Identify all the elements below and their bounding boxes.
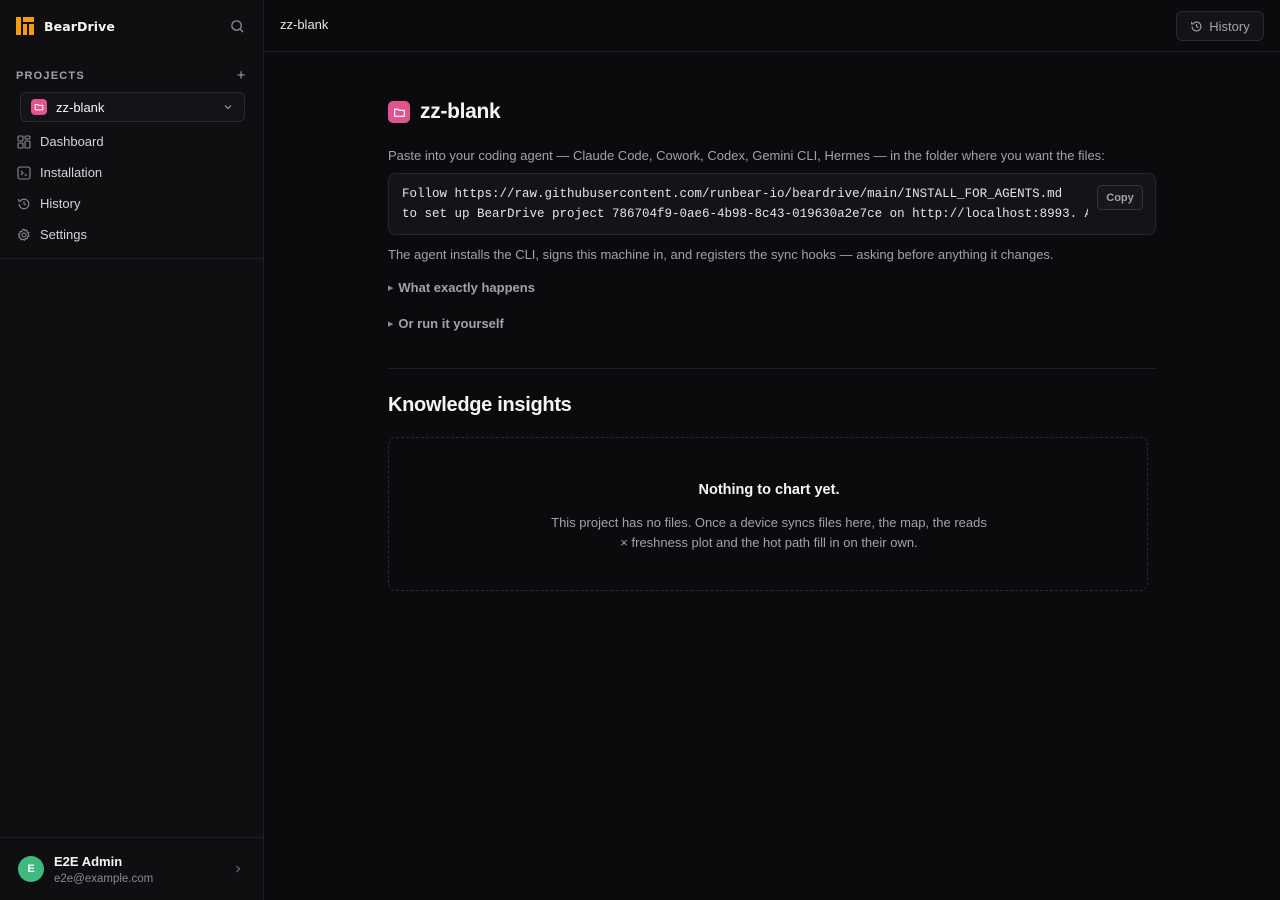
user-info: E2E Admin e2e@example.com: [54, 854, 263, 885]
sidebar-item-history[interactable]: History: [0, 188, 263, 219]
add-project-button[interactable]: +: [234, 68, 248, 83]
disclosure-label: What exactly happens: [398, 280, 535, 295]
empty-state-description: This project has no files. Once a device…: [551, 515, 987, 550]
brand[interactable]: BearDrive: [16, 16, 115, 36]
sidebar-nav: Dashboard Installation History Settings: [0, 126, 263, 250]
sidebar: BearDrive PROJECTS + zz-blank Dashboard: [0, 0, 264, 900]
history-icon: [1191, 20, 1202, 31]
insights-title: Knowledge insights: [388, 394, 572, 416]
disclosure-triangle-icon: ▶: [388, 284, 394, 292]
disclosure-triangle-icon: ▶: [388, 320, 394, 328]
user-name: E2E Admin: [54, 853, 123, 869]
user-email: e2e@example.com: [54, 872, 154, 885]
projects-header: PROJECTS +: [16, 68, 248, 83]
sidebar-item-label: Settings: [40, 227, 87, 242]
search-icon: [230, 19, 244, 33]
gear-icon: [17, 227, 30, 241]
disclosure-label: Or run it yourself: [398, 316, 504, 331]
history-button-label: History: [1209, 18, 1250, 34]
agent-note: The agent installs the CLI, signs this m…: [388, 247, 1054, 262]
history-icon: [17, 198, 30, 209]
topbar: zz-blank History: [264, 0, 1280, 52]
chevron-right-icon: [236, 865, 241, 873]
project-selector[interactable]: zz-blank: [20, 92, 245, 122]
user-menu[interactable]: E E2E Admin e2e@example.com: [0, 837, 263, 900]
what-exactly-happens-toggle[interactable]: ▶ What exactly happens: [388, 280, 535, 295]
empty-state-title: Nothing to chart yet.: [698, 482, 840, 498]
install-command-box[interactable]: Follow https://raw.githubusercontent.com…: [388, 173, 1156, 235]
sidebar-item-label: Installation: [40, 165, 103, 180]
avatar: E: [18, 856, 44, 882]
page-header: zz-blank: [388, 100, 501, 124]
breadcrumb: zz-blank: [280, 17, 329, 32]
copy-button[interactable]: Copy: [1097, 185, 1143, 210]
insights-empty-state: Nothing to chart yet. This project has n…: [388, 437, 1148, 591]
run-it-yourself-toggle[interactable]: ▶ Or run it yourself: [388, 316, 504, 331]
sidebar-divider: [0, 258, 263, 259]
command-line-2: to set up BearDrive project 786704f9-0ae…: [402, 207, 1088, 221]
sidebar-item-dashboard[interactable]: Dashboard: [0, 126, 263, 157]
command-line-1: Follow https://raw.githubusercontent.com…: [402, 187, 1063, 201]
page-title: zz-blank: [420, 100, 501, 123]
brand-name: BearDrive: [44, 18, 115, 34]
folder-icon: [388, 101, 410, 123]
projects-label: PROJECTS: [16, 70, 85, 82]
beardrive-logo-icon: [16, 17, 34, 35]
install-instructions: Paste into your coding agent — Claude Co…: [388, 148, 1105, 163]
sidebar-item-settings[interactable]: Settings: [0, 219, 263, 250]
sidebar-item-label: History: [40, 196, 81, 211]
chevron-down-icon: [224, 105, 232, 110]
installation-icon: [17, 165, 31, 180]
dashboard-icon: [17, 134, 31, 149]
search-button[interactable]: [228, 17, 246, 35]
history-button[interactable]: History: [1176, 11, 1264, 41]
selected-project-name: zz-blank: [56, 99, 105, 115]
sidebar-item-label: Dashboard: [40, 134, 104, 149]
sidebar-item-installation[interactable]: Installation: [0, 157, 263, 188]
section-divider: [388, 368, 1156, 369]
folder-icon: [31, 99, 47, 115]
